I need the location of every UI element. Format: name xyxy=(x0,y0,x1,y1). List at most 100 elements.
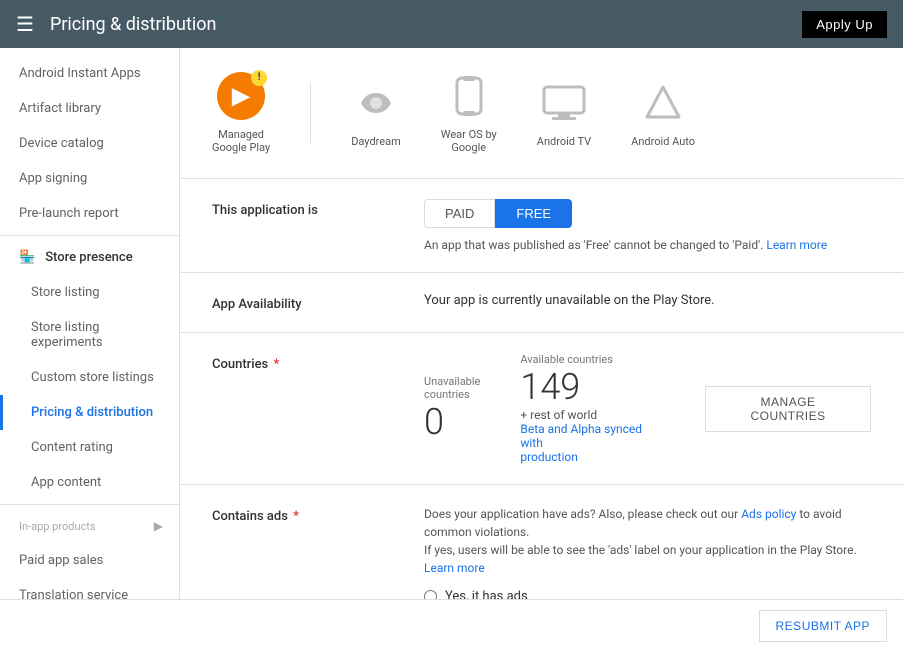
sidebar-label: In-app products xyxy=(19,520,96,533)
arrow-icon: ▶ xyxy=(154,519,163,533)
sidebar-item-store-presence[interactable]: 🏪 Store presence xyxy=(0,240,179,275)
svg-text:▶: ▶ xyxy=(232,82,251,109)
contains-ads-row: Contains ads * Does your application hav… xyxy=(212,505,871,599)
android-auto-icon xyxy=(639,79,687,127)
sidebar-label: Artifact library xyxy=(19,101,101,116)
application-type-label: This application is xyxy=(212,199,392,218)
sidebar-item-store-listing-experiments[interactable]: Store listing experiments xyxy=(0,310,179,360)
sidebar-item-app-content[interactable]: App content xyxy=(0,465,179,500)
platforms-section: ▶ ! ManagedGoogle Play Daydream xyxy=(180,48,903,179)
sidebar-label: Content rating xyxy=(31,440,113,455)
ads-radio-row: Yes, it has ads xyxy=(424,589,871,599)
managed-google-play-icon: ▶ ! xyxy=(217,72,265,120)
sidebar-item-translation-service[interactable]: Translation service xyxy=(0,578,179,599)
countries-label: Countries * xyxy=(212,353,392,372)
contains-ads-section: Contains ads * Does your application hav… xyxy=(180,485,903,599)
sidebar: Android Instant Apps Artifact library De… xyxy=(0,48,180,599)
application-type-content: PAID FREE An app that was published as '… xyxy=(424,199,871,252)
available-count: 149 xyxy=(520,366,665,408)
sidebar-label: Pre-launch report xyxy=(19,206,119,221)
platform-label-daydream: Daydream xyxy=(351,135,401,148)
resubmit-app-button[interactable]: RESUBMIT APP xyxy=(759,610,887,642)
platform-android-tv[interactable]: Android TV xyxy=(537,79,591,148)
this-application-is-section: This application is PAID FREE An app tha… xyxy=(180,179,903,273)
app-title: Pricing & distribution xyxy=(50,14,802,35)
apply-up-button[interactable]: Apply Up xyxy=(802,11,887,38)
pricing-info-text: An app that was published as 'Free' cann… xyxy=(424,238,871,252)
available-label: Available countries xyxy=(520,353,665,366)
sidebar-item-paid-app-sales[interactable]: Paid app sales xyxy=(0,543,179,578)
top-nav: ☰ Pricing & distribution Apply Up xyxy=(0,0,903,48)
pricing-buttons: PAID FREE xyxy=(424,199,871,228)
sidebar-label: Android Instant Apps xyxy=(19,66,141,81)
paid-button[interactable]: PAID xyxy=(424,199,495,228)
availability-text: Your app is currently unavailable on the… xyxy=(424,293,715,308)
contains-ads-description: Does your application have ads? Also, pl… xyxy=(424,505,871,577)
platform-label-android-tv: Android TV xyxy=(537,135,591,148)
sidebar-label: Translation service xyxy=(19,588,128,599)
platform-managed-google-play[interactable]: ▶ ! ManagedGoogle Play xyxy=(212,72,270,154)
free-button[interactable]: FREE xyxy=(495,199,572,228)
countries-section: Countries * Unavailablecountries 0 Avail… xyxy=(180,333,903,485)
main-content: ▶ ! ManagedGoogle Play Daydream xyxy=(180,48,903,599)
contains-ads-content: Does your application have ads? Also, pl… xyxy=(424,505,871,599)
availability-row: App Availability Your app is currently u… xyxy=(212,293,871,312)
sidebar-item-device-catalog[interactable]: Device catalog xyxy=(0,126,179,161)
platform-label-wear-os: Wear OS byGoogle xyxy=(441,128,497,154)
manage-countries-button[interactable]: MANAGE COUNTRIES xyxy=(705,386,871,432)
bottom-bar: RESUBMIT APP xyxy=(0,599,903,652)
sidebar-item-store-listing[interactable]: Store listing xyxy=(0,275,179,310)
sidebar-divider-2 xyxy=(0,504,179,505)
contains-ads-label: Contains ads * xyxy=(212,505,392,524)
daydream-icon xyxy=(352,79,400,127)
platform-label-managed: ManagedGoogle Play xyxy=(212,128,270,154)
yes-has-ads-radio[interactable] xyxy=(424,590,437,599)
unavailable-count: 0 xyxy=(424,401,480,443)
wear-os-icon xyxy=(445,72,493,120)
countries-stats-row: Unavailablecountries 0 Available countri… xyxy=(424,353,871,464)
sidebar-item-artifact-library[interactable]: Artifact library xyxy=(0,91,179,126)
store-presence-icon: 🏪 xyxy=(19,250,35,265)
platform-separator-1 xyxy=(310,83,311,143)
sidebar-item-content-rating[interactable]: Content rating xyxy=(0,430,179,465)
learn-more-link[interactable]: Learn more xyxy=(766,238,827,252)
sidebar-label: Store listing experiments xyxy=(31,320,163,350)
sidebar-item-pre-launch-report[interactable]: Pre-launch report xyxy=(0,196,179,231)
sidebar-label: Store listing xyxy=(31,285,100,300)
hamburger-icon[interactable]: ☰ xyxy=(16,12,34,36)
sidebar-label: App content xyxy=(31,475,101,490)
sidebar-label: Paid app sales xyxy=(19,553,103,568)
sidebar-item-custom-store-listings[interactable]: Custom store listings xyxy=(0,360,179,395)
yes-has-ads-label: Yes, it has ads xyxy=(445,589,528,599)
sidebar-item-pricing-distribution[interactable]: Pricing & distribution xyxy=(0,395,179,430)
platform-label-android-auto: Android Auto xyxy=(631,135,695,148)
available-countries-detail: Available countries 149 + rest of world … xyxy=(520,353,665,464)
android-tv-icon xyxy=(540,79,588,127)
platform-daydream[interactable]: Daydream xyxy=(351,79,401,148)
main-layout: Android Instant Apps Artifact library De… xyxy=(0,48,903,599)
sidebar-label: Pricing & distribution xyxy=(31,405,153,420)
unavailable-label: Unavailablecountries xyxy=(424,375,480,401)
synced-text: Beta and Alpha synced withproduction xyxy=(520,422,665,464)
sidebar-item-in-app-products[interactable]: In-app products ▶ xyxy=(0,509,179,543)
countries-row: Countries * Unavailablecountries 0 Avail… xyxy=(212,353,871,464)
notification-badge: ! xyxy=(251,70,267,86)
sidebar-item-app-signing[interactable]: App signing xyxy=(0,161,179,196)
ads-learn-more-link[interactable]: Learn more xyxy=(424,561,485,575)
availability-label: App Availability xyxy=(212,293,392,312)
application-type-row: This application is PAID FREE An app tha… xyxy=(212,199,871,252)
platform-android-auto[interactable]: Android Auto xyxy=(631,79,695,148)
platform-wear-os[interactable]: Wear OS byGoogle xyxy=(441,72,497,154)
app-availability-section: App Availability Your app is currently u… xyxy=(180,273,903,333)
sidebar-item-android-instant-apps[interactable]: Android Instant Apps xyxy=(0,56,179,91)
sidebar-label: Store presence xyxy=(45,250,132,265)
availability-content: Your app is currently unavailable on the… xyxy=(424,293,871,308)
sidebar-label: Custom store listings xyxy=(31,370,154,385)
rest-of-world: + rest of world xyxy=(520,408,665,422)
sidebar-label: Device catalog xyxy=(19,136,104,151)
ads-policy-link[interactable]: Ads policy xyxy=(741,507,796,521)
sidebar-divider xyxy=(0,235,179,236)
sidebar-label: App signing xyxy=(19,171,87,186)
countries-content: Unavailablecountries 0 Available countri… xyxy=(424,353,871,464)
unavailable-countries-stat: Unavailablecountries 0 xyxy=(424,375,480,443)
